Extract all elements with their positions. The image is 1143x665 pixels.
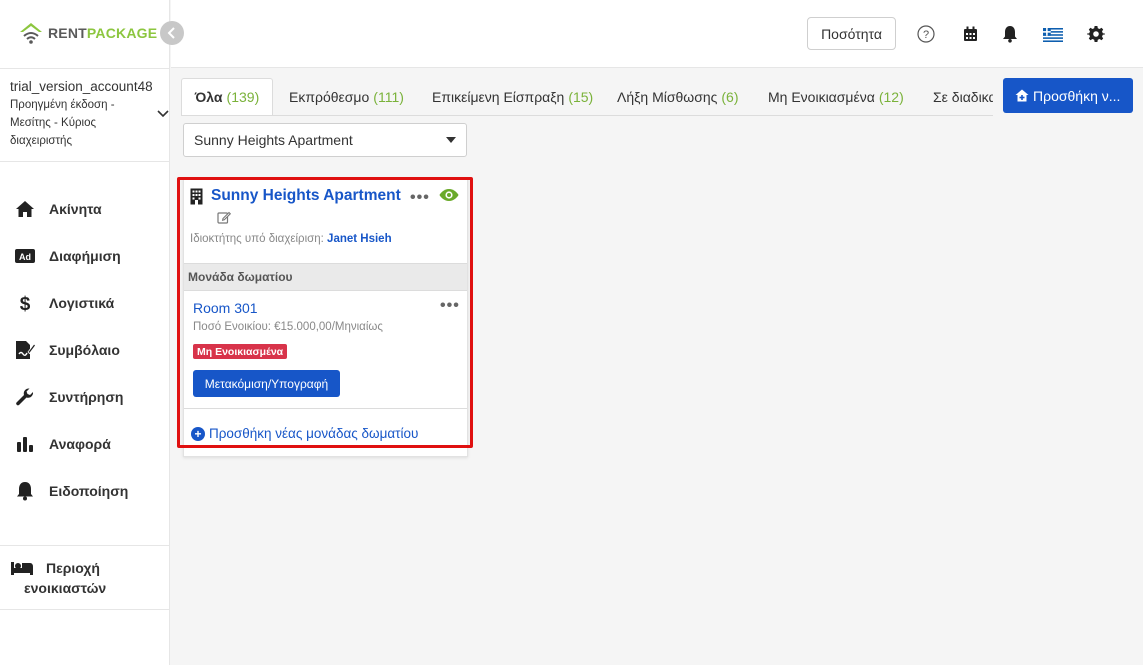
plus-circle-icon: + [191,426,205,441]
building-icon [190,188,203,204]
contract-icon [14,339,36,361]
property-title[interactable]: Sunny Heights Apartment [211,187,401,205]
tab-label: Λήξη Μίσθωσης [617,89,718,105]
add-property-label: Προσθήκη ν... [1033,87,1121,104]
tab-label: Μη Ενοικιασμένα [768,89,875,105]
dollar-icon: $ [14,292,36,314]
property-status-tabs: Όλα (139) Εκπρόθεσμο (111) Επικείμενη Είσπ… [181,78,993,116]
edit-icon[interactable] [217,210,232,229]
collapse-sidebar-button[interactable] [160,21,184,45]
tab-all[interactable]: Όλα (139) [181,78,273,115]
home-icon [14,198,36,220]
wrench-icon [14,386,36,408]
sidebar-item-label: Συμβόλαιο [49,341,120,358]
bar-chart-icon [14,433,36,455]
chevron-down-icon[interactable] [156,109,170,119]
sidebar-item-advertising[interactable]: Ad Διαφήμιση [0,232,170,279]
bed-icon [11,562,33,575]
logo-text-package: PACKAGE [86,25,158,41]
sidebar-item-label: Αναφορά [49,435,111,452]
house-plus-icon [1015,89,1029,102]
ad-icon: Ad [14,245,36,267]
room-title[interactable]: Room 301 [193,300,258,316]
top-header: Ποσότητα ? [171,0,1143,68]
tab-upcoming-collection[interactable]: Επικείμενη Είσπραξη (15) [424,78,601,115]
sidebar-item-label: Ειδοποίηση [49,482,129,499]
sidebar-item-label: Διαφήμιση [49,247,121,264]
sidebar-item-label: Ακίνητα [49,200,102,217]
svg-text:$: $ [20,294,31,313]
tab-in-process[interactable]: Σε διαδικασία [925,78,993,115]
sidebar-item-tenant-area[interactable]: Περιοχή ενοικιαστών [0,545,170,610]
chevron-left-icon [167,27,175,39]
sidebar-item-notification[interactable]: Ειδοποίηση [0,467,170,514]
greek-flag-icon[interactable] [1043,25,1063,45]
account-role: Προηγμένη έκδοση - Μεσίτης - Κύριος διαχ… [10,99,115,147]
tab-label: Όλα [194,89,223,105]
owner-name[interactable]: Janet Hsieh [327,233,392,245]
wifi-house-logo-icon [20,23,42,44]
owner-label: Ιδιοκτήτης υπό διαχείριση: [190,233,324,245]
property-select[interactable]: Sunny Heights Apartment [183,123,467,157]
help-icon[interactable]: ? [916,24,936,44]
logo[interactable]: RENTPACKAGE [18,20,157,46]
add-property-button[interactable]: Προσθήκη ν... [1003,78,1133,113]
add-room-label: Προσθήκη νέας μονάδας δωματίου [209,426,419,441]
bell-icon[interactable] [1000,24,1020,44]
svg-text:Ad: Ad [19,252,31,262]
logo-text-rent: RENT [48,25,87,41]
owner-info: Ιδιοκτήτης υπό διαχείριση: Janet Hsieh [190,233,392,245]
sidebar-item-maintenance[interactable]: Συντήρηση [0,373,170,420]
svg-text:?: ? [923,29,929,41]
tenant-area-label-2: ενοικιαστών [24,580,107,596]
tab-count: (139) [226,89,260,105]
calendar-icon[interactable] [960,24,980,44]
sidebar-nav: Ακίνητα Ad Διαφήμιση $ Λογιστικά Συμβόλα… [0,185,170,514]
property-more-options-icon[interactable]: ••• [410,189,430,207]
tab-overdue[interactable]: Εκπρόθεσμο (111) [281,78,412,115]
move-in-sign-button[interactable]: Μετακόμιση/Υπογραφή [193,370,340,397]
add-room-unit-link[interactable]: + Προσθήκη νέας μονάδας δωματίου [191,426,418,441]
sidebar-item-contract[interactable]: Συμβόλαιο [0,326,170,373]
status-badge: Μη Ενοικιασμένα [193,344,288,359]
quantity-button[interactable]: Ποσότητα [807,17,896,50]
divider [184,408,467,409]
eye-icon[interactable] [439,188,459,207]
gear-icon[interactable] [1086,24,1106,44]
property-select-value: Sunny Heights Apartment [194,132,353,148]
account-name: trial_version_account48 [10,79,153,94]
account-switcher[interactable]: trial_version_account48 Προηγμένη έκδοση… [0,68,170,162]
bell-icon [14,480,36,502]
sidebar: RENTPACKAGE trial_version_account48 Προη… [0,0,170,665]
room-unit-header: Μονάδα δωματίου [184,263,467,291]
tab-label: Σε διαδικασία [933,89,993,105]
tab-count: (15) [568,89,594,105]
sidebar-item-report[interactable]: Αναφορά [0,420,170,467]
room-more-options-icon[interactable]: ••• [440,297,460,315]
sidebar-item-accounting[interactable]: $ Λογιστικά [0,279,170,326]
caret-down-icon [446,137,456,143]
room-rent: Ποσό Ενοικίου: €15.000,00/Μηνιαίως [193,321,383,333]
tab-label: Εκπρόθεσμο [289,89,370,105]
tab-lease-expiry[interactable]: Λήξη Μίσθωσης (6) [609,78,747,115]
sidebar-item-label: Λογιστικά [49,294,115,311]
tab-label: Επικείμενη Είσπραξη [432,89,565,105]
property-card: Sunny Heights Apartment ••• Ιδιοκτήτης υ… [183,178,468,457]
tab-count: (6) [721,89,739,105]
tab-count: (111) [373,89,404,105]
sidebar-item-properties[interactable]: Ακίνητα [0,185,170,232]
tab-unrented[interactable]: Μη Ενοικιασμένα (12) [760,78,912,115]
sidebar-item-label: Συντήρηση [49,388,124,405]
tenant-area-label: Περιοχή [46,560,100,576]
tab-count: (12) [878,89,904,105]
